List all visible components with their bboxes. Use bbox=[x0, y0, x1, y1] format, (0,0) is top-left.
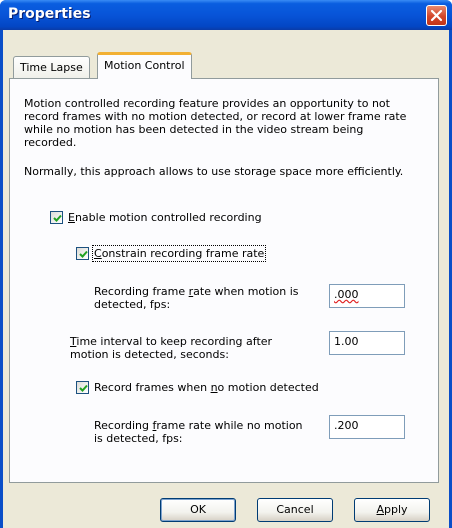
record-no-motion-label: Record frames when no motion detected bbox=[94, 381, 319, 394]
checkbox-box[interactable] bbox=[76, 247, 89, 260]
close-button[interactable] bbox=[426, 5, 447, 26]
properties-dialog: Properties Time Lapse Motion Control Mot… bbox=[0, 0, 452, 528]
apply-button[interactable]: Apply bbox=[354, 498, 430, 522]
record-no-motion-checkbox[interactable]: Record frames when no motion detected bbox=[76, 381, 319, 394]
interval-value: 1.00 bbox=[334, 335, 359, 348]
dialog-client-area: Time Lapse Motion Control Motion control… bbox=[3, 30, 449, 528]
interval-input[interactable]: 1.00 bbox=[329, 331, 405, 355]
ok-button[interactable]: OK bbox=[160, 498, 236, 522]
tab-motion-control[interactable]: Motion Control bbox=[97, 52, 192, 79]
description-line: recorded. bbox=[24, 136, 77, 149]
tab-time-lapse[interactable]: Time Lapse bbox=[13, 56, 90, 78]
checkbox-box[interactable] bbox=[76, 381, 89, 394]
rate-no-motion-value: .200 bbox=[334, 419, 359, 432]
checkbox-box[interactable] bbox=[50, 211, 63, 224]
description-text: Motion controlled recording feature prov… bbox=[24, 97, 406, 149]
checkmark-icon bbox=[79, 384, 88, 392]
description-line: record frames with no motion detected, o… bbox=[24, 110, 407, 123]
tab-motion-control-label: Motion Control bbox=[104, 59, 185, 72]
note-text: Normally, this approach allows to use st… bbox=[24, 165, 404, 178]
rate-motion-value: .000 bbox=[334, 288, 359, 301]
checkmark-icon bbox=[79, 250, 88, 258]
title-bar[interactable]: Properties bbox=[0, 0, 452, 30]
rate-motion-label: Recording frame rate when motion is dete… bbox=[94, 285, 299, 311]
tab-time-lapse-label: Time Lapse bbox=[20, 61, 83, 74]
rate-no-motion-input[interactable]: .200 bbox=[329, 415, 405, 439]
motion-control-panel: Motion controlled recording feature prov… bbox=[9, 78, 439, 483]
interval-label: Time interval to keep recording after mo… bbox=[70, 335, 273, 361]
constrain-rate-checkbox[interactable]: Constrain recording frame rate bbox=[76, 245, 267, 262]
rate-motion-input[interactable]: .000 bbox=[329, 284, 405, 308]
description-line: Motion controlled recording feature prov… bbox=[24, 97, 390, 110]
constrain-rate-label: Constrain recording frame rate bbox=[91, 245, 267, 262]
rate-no-motion-label: Recording frame rate while no motion is … bbox=[94, 419, 303, 445]
enable-motion-checkbox[interactable]: Enable motion controlled recording bbox=[50, 211, 262, 224]
window-title: Properties bbox=[8, 6, 91, 22]
description-line: while no motion has been detected in the… bbox=[24, 123, 364, 136]
close-icon bbox=[430, 9, 443, 22]
cancel-button[interactable]: Cancel bbox=[257, 498, 333, 522]
checkmark-icon bbox=[53, 214, 62, 222]
enable-motion-label: Enable motion controlled recording bbox=[68, 211, 262, 224]
